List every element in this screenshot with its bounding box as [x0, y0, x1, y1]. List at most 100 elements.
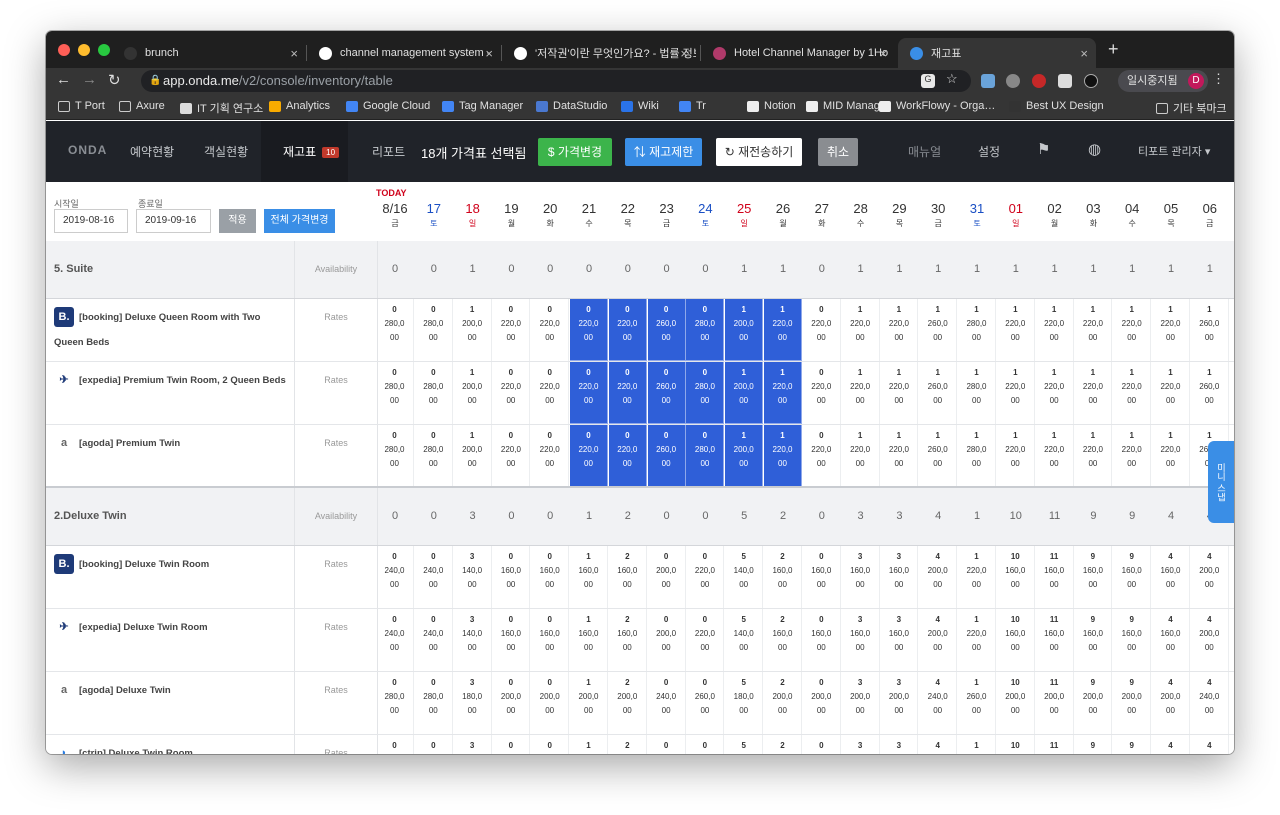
rate-cell[interactable]: 0 220,0 00 — [608, 299, 647, 361]
rate-cell[interactable]: 0 220,0 00 — [570, 425, 608, 487]
close-icon[interactable]: × — [290, 46, 298, 61]
rate-cell[interactable]: 1 160,0 00 — [570, 609, 608, 671]
nav-manual[interactable]: 매뉴얼 — [908, 143, 941, 160]
close-window-button[interactable] — [58, 44, 70, 56]
rate-cell[interactable]: 9160,000 — [1113, 735, 1152, 754]
resend-button[interactable]: ↻ 재전송하기 — [716, 138, 802, 166]
url-input[interactable]: 🔒 app.onda.me/v2/console/inventory/table — [141, 70, 971, 92]
rate-cell[interactable]: 4200,000 — [919, 609, 958, 671]
nav-reservations[interactable]: 예약현황 — [130, 143, 174, 160]
rate-cell[interactable]: 0200,000 — [648, 735, 686, 754]
rate-cell[interactable]: 0160,000 — [531, 735, 570, 754]
rate-cell[interactable]: 0240,000 — [376, 546, 414, 608]
bookmark-item[interactable]: T Port — [58, 100, 105, 112]
rate-cell[interactable]: 9160,000 — [1074, 546, 1113, 608]
rate-cell[interactable]: 4200,000 — [1191, 546, 1229, 608]
rate-cell[interactable]: 0 220,0 00 — [570, 299, 608, 361]
new-tab-button[interactable]: + — [1108, 39, 1119, 60]
rate-cell[interactable]: 4200,000 — [919, 546, 958, 608]
availability-cell[interactable]: 0 — [609, 263, 647, 275]
bookmark-item[interactable]: WorkFlowy - Orga… — [879, 100, 995, 112]
availability-cell[interactable]: 1 — [997, 263, 1035, 275]
rate-cell[interactable]: 1 220,0 00 — [1036, 299, 1074, 361]
rate-cell[interactable]: 1 260,0 00 — [1191, 362, 1229, 424]
availability-cell[interactable]: 4 — [1152, 510, 1190, 522]
rate-cell[interactable]: 1 220,0 00 — [1152, 425, 1190, 487]
nav-report[interactable]: 리포트 — [372, 143, 405, 160]
rate-cell[interactable]: 1 220,0 00 — [997, 425, 1035, 487]
rate-cell[interactable]: 3160,000 — [842, 609, 880, 671]
rate-cell[interactable]: 0160,000 — [803, 609, 841, 671]
availability-cell[interactable]: 0 — [648, 510, 686, 522]
rate-cell[interactable]: 1 220,0 00 — [1036, 362, 1074, 424]
rate-cell[interactable]: 0160,000 — [803, 546, 841, 608]
availability-cell[interactable]: 0 — [376, 263, 414, 275]
availability-cell[interactable]: 1 — [725, 263, 763, 275]
rate-cell[interactable]: 1 220,0 00 — [764, 299, 802, 361]
rate-cell[interactable]: 0160,000 — [492, 546, 531, 608]
rate-cell[interactable]: 0240,000 — [415, 735, 453, 754]
rate-cell[interactable]: 1 200,0 00 — [725, 299, 764, 361]
rate-cell[interactable]: 0160,000 — [492, 735, 531, 754]
rate-cell[interactable]: 0 220,0 00 — [803, 425, 841, 487]
nav-inventory[interactable]: 재고표 10 — [283, 143, 340, 160]
rate-cell[interactable]: 2 160,0 00 — [764, 546, 802, 608]
extension-icon[interactable] — [1006, 74, 1020, 88]
availability-cell[interactable]: 1 — [1036, 263, 1074, 275]
translate-icon[interactable]: G — [921, 74, 935, 88]
rate-cell[interactable]: 9160,000 — [1074, 609, 1113, 671]
rate-cell[interactable]: 0200,000 — [492, 672, 531, 734]
forward-icon[interactable]: → — [82, 71, 97, 88]
rate-cell[interactable]: 1 220,0 00 — [1113, 362, 1152, 424]
rate-cell[interactable]: 0 280,0 00 — [686, 299, 725, 361]
user-menu[interactable]: 티포트 관리자 ▾ — [1138, 143, 1210, 159]
rate-cell[interactable]: 4200,000 — [919, 735, 958, 754]
rate-cell[interactable]: 9160,000 — [1113, 546, 1152, 608]
availability-cell[interactable]: 1 — [958, 510, 996, 522]
rate-cell[interactable]: 3 180,0 00 — [454, 672, 492, 734]
rate-cell[interactable]: 11160,000 — [1036, 735, 1074, 754]
rate-cell[interactable]: 3 200,0 00 — [880, 672, 919, 734]
rate-cell[interactable]: 1 220,0 00 — [1036, 425, 1074, 487]
rate-cell[interactable]: 1 220,0 00 — [1113, 299, 1152, 361]
profile-button[interactable]: 일시중지됨 D — [1118, 70, 1208, 92]
availability-cell[interactable]: 1 — [919, 263, 957, 275]
availability-cell[interactable]: 0 — [803, 263, 841, 275]
rate-cell[interactable]: 1 280,0 00 — [958, 425, 996, 487]
floating-side-button[interactable]: 미니 스냅 — [1208, 441, 1234, 523]
rate-cell[interactable]: 5 140,0 00 — [725, 609, 764, 671]
rate-cell[interactable]: 5 180,0 00 — [725, 672, 764, 734]
rate-cell[interactable]: 0240,000 — [376, 609, 414, 671]
rate-cell[interactable]: 3160,000 — [880, 609, 919, 671]
availability-cell[interactable]: 3 — [454, 510, 492, 522]
rate-cell[interactable]: 0 220,0 00 — [492, 425, 531, 487]
bookmark-item[interactable]: Tag Manager — [442, 100, 523, 112]
availability-cell[interactable]: 4 — [919, 510, 957, 522]
rate-cell[interactable]: 3160,000 — [842, 546, 880, 608]
availability-cell[interactable]: 1 — [570, 510, 608, 522]
rate-cell[interactable]: 1 220,0 00 — [1152, 362, 1190, 424]
rate-cell[interactable]: 0 220,0 00 — [570, 362, 608, 424]
rate-cell[interactable]: 0200,000 — [531, 672, 570, 734]
rate-cell[interactable]: 0 220,0 00 — [531, 362, 570, 424]
availability-cell[interactable]: 0 — [531, 263, 569, 275]
globe-icon[interactable]: ◍ — [1088, 140, 1101, 158]
rate-cell[interactable]: 3 200,0 00 — [842, 672, 880, 734]
bookmark-item[interactable]: Tr — [679, 100, 706, 112]
bookmark-item[interactable]: IT 기획 연구소 — [180, 100, 263, 116]
availability-cell[interactable]: 3 — [842, 510, 880, 522]
rate-cell[interactable]: 1 220,0 00 — [764, 362, 802, 424]
rate-cell[interactable]: 0 280,0 00 — [376, 672, 414, 734]
rate-cell[interactable]: 11160,000 — [1036, 609, 1074, 671]
more-menu-icon[interactable]: ⋮ — [1212, 71, 1225, 87]
cancel-button[interactable]: 취소 — [818, 138, 858, 166]
rate-cell[interactable]: 1 220,0 00 — [1074, 299, 1113, 361]
availability-cell[interactable]: 0 — [686, 263, 724, 275]
rate-cell[interactable]: 0 280,0 00 — [415, 425, 453, 487]
rate-cell[interactable]: 10 160,0 00 — [997, 546, 1035, 608]
bookmark-item[interactable]: DataStudio — [536, 100, 607, 112]
rate-cell[interactable]: 1 220,0 00 — [1152, 299, 1190, 361]
rate-cell[interactable]: 3160,000 — [880, 735, 919, 754]
availability-cell[interactable]: 2 — [764, 510, 802, 522]
bookmark-item[interactable]: Axure — [119, 100, 165, 112]
